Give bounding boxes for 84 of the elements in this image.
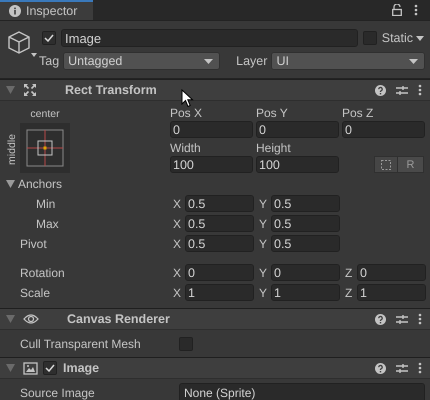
- axis-label: X: [172, 286, 182, 300]
- number-field[interactable]: 1: [271, 284, 340, 301]
- number-field[interactable]: 0.5: [271, 215, 340, 232]
- tag-dropdown[interactable]: Untagged: [63, 52, 220, 70]
- sliders-icon[interactable]: [396, 84, 408, 96]
- lock-icon[interactable]: [392, 4, 402, 16]
- number-field[interactable]: 0: [170, 121, 253, 138]
- foldout-label[interactable]: Anchors: [18, 176, 171, 190]
- number-field[interactable]: 100: [170, 156, 253, 173]
- component-header[interactable]: Rect Transform: [0, 79, 430, 101]
- axis-label: X: [172, 236, 182, 250]
- axis-label: Y: [258, 286, 268, 300]
- component-header[interactable]: Image: [0, 357, 430, 379]
- object-field[interactable]: None (Sprite): [179, 382, 425, 400]
- sliders-icon[interactable]: [396, 314, 408, 324]
- layer-dropdown[interactable]: UI: [271, 52, 425, 70]
- field-label: Pos Y: [256, 106, 289, 120]
- more-icon[interactable]: [414, 4, 418, 16]
- row-label: Cull Transparent Mesh: [19, 336, 142, 350]
- number-field[interactable]: 0: [185, 264, 254, 281]
- axis-label: X: [172, 216, 182, 230]
- number-field[interactable]: 1: [357, 284, 426, 301]
- axis-label: Z: [344, 266, 354, 280]
- number-field[interactable]: 0.5: [271, 195, 340, 212]
- component-title: Rect Transform: [65, 83, 157, 97]
- row-label: Pivot: [19, 236, 48, 250]
- name-field[interactable]: Image: [61, 29, 358, 47]
- help-icon[interactable]: [375, 314, 386, 324]
- number-field[interactable]: 0.5: [185, 195, 254, 212]
- static-dropdown[interactable]: Static: [382, 31, 425, 45]
- component-title: Canvas Renderer: [67, 312, 170, 326]
- more-icon[interactable]: [418, 84, 422, 96]
- sliders-icon[interactable]: [396, 362, 408, 374]
- caret-icon: [416, 36, 424, 40]
- image-icon: [23, 362, 38, 374]
- row-label: Min: [35, 196, 56, 210]
- number-field[interactable]: 0: [342, 121, 425, 138]
- field-label: Pos Z: [342, 106, 374, 120]
- number-field[interactable]: 0.5: [185, 235, 254, 252]
- help-icon[interactable]: [375, 84, 386, 96]
- blueprint-button[interactable]: [374, 156, 398, 173]
- dashed-square-icon: [381, 160, 391, 170]
- row-label: Rotation: [19, 266, 66, 280]
- component-header[interactable]: Canvas Renderer: [0, 308, 430, 330]
- eye-icon: [23, 313, 39, 325]
- axis-label: X: [172, 196, 182, 210]
- anchor-vertical-label: middle: [6, 134, 18, 165]
- number-field[interactable]: 0: [256, 121, 339, 138]
- layer-label: Layer: [235, 54, 268, 68]
- tag-label: Tag: [38, 54, 60, 68]
- cube-icon[interactable]: [6, 31, 38, 59]
- number-field[interactable]: 100: [256, 156, 339, 173]
- axis-label: Y: [258, 236, 268, 250]
- axis-label: Z: [344, 286, 354, 300]
- axis-label: Y: [258, 216, 268, 230]
- inspector-tab[interactable]: Inspector: [0, 0, 93, 20]
- anchor-horizontal-label: center: [30, 108, 60, 120]
- number-field[interactable]: 0: [357, 264, 426, 281]
- more-icon[interactable]: [418, 313, 422, 325]
- enabled-checkbox[interactable]: [43, 361, 57, 375]
- number-field[interactable]: 1: [185, 284, 254, 301]
- caret-icon: [204, 58, 214, 64]
- cursor-icon: [181, 89, 194, 108]
- field-label: Pos X: [170, 106, 204, 120]
- help-icon[interactable]: [375, 362, 386, 374]
- caret-icon: [409, 58, 418, 64]
- foldout-icon[interactable]: [6, 180, 15, 188]
- component-title: Image: [63, 361, 100, 375]
- number-field[interactable]: 0.5: [271, 235, 340, 252]
- field-label: Width: [170, 141, 202, 155]
- field-label: Height: [256, 141, 292, 155]
- number-field[interactable]: 0.5: [185, 215, 254, 232]
- axis-label: Y: [258, 266, 268, 280]
- anchor-preset-icon[interactable]: [20, 123, 70, 173]
- axis-label: Y: [258, 196, 268, 210]
- arrows-icon: [23, 83, 37, 97]
- row-label: Max: [35, 216, 60, 230]
- more-icon[interactable]: [418, 362, 422, 374]
- row-label: Source Image: [19, 386, 96, 400]
- row-label: Scale: [19, 286, 52, 300]
- axis-label: X: [172, 266, 182, 280]
- number-field[interactable]: 0: [271, 264, 340, 281]
- active-checkbox[interactable]: [42, 31, 56, 45]
- info-icon: [9, 5, 21, 17]
